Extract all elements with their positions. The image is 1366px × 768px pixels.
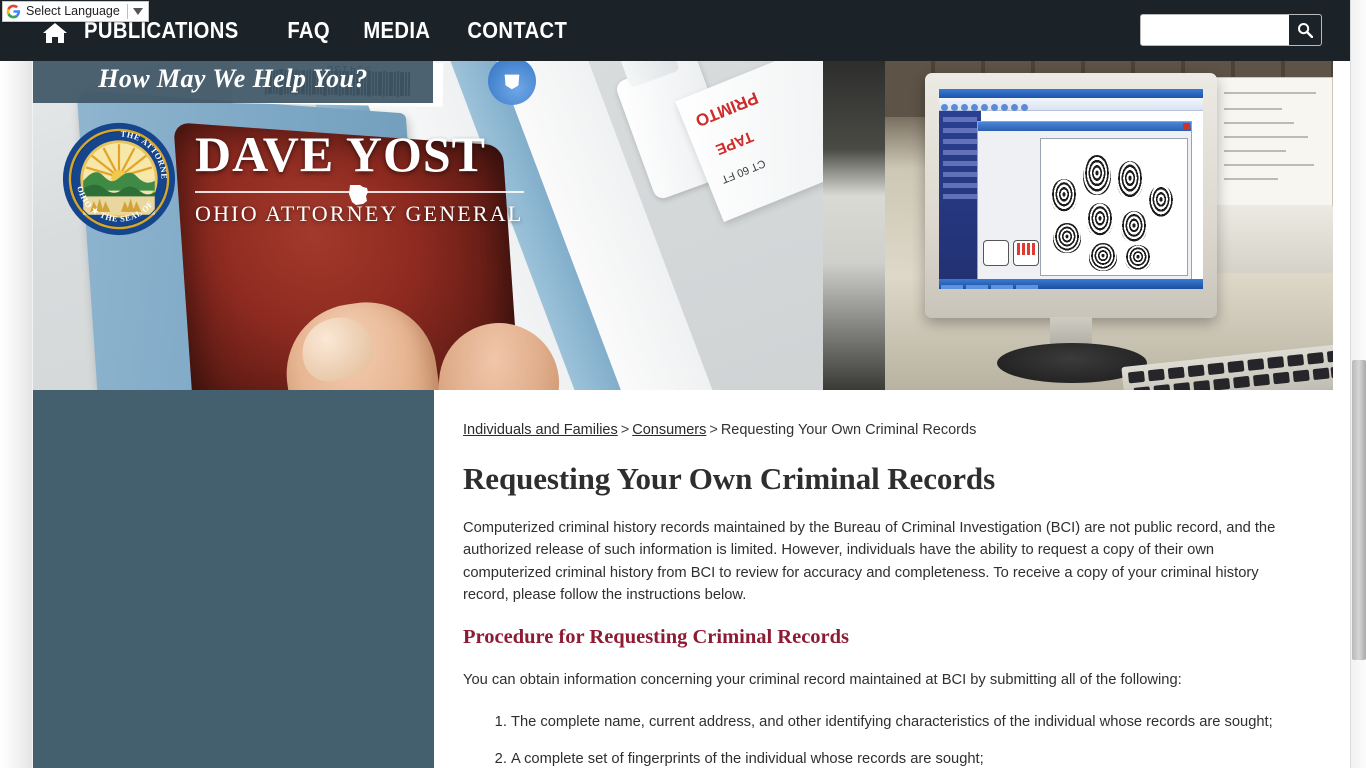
translate-label: Select Language — [26, 4, 120, 18]
browser-toolbar — [939, 98, 1203, 111]
nav-item-faq[interactable]: FAQ — [275, 0, 342, 61]
scrollbar-thumb[interactable] — [1352, 360, 1366, 660]
nav-item-contact[interactable]: CONTACT — [455, 0, 580, 61]
fingerprint-image-canvas — [1040, 138, 1188, 276]
fingerprint-software-monitor-photo: hp — [885, 55, 1333, 390]
section-heading-procedure: Procedure for Requesting Criminal Record… — [463, 626, 850, 649]
list-item: A complete set of fingerprints of the in… — [511, 749, 1295, 768]
primtape-type: TAPE — [713, 127, 756, 158]
breadcrumb-current: Requesting Your Own Criminal Records — [720, 422, 977, 438]
content-row: Individuals and Families > Consumers > Reque… — [33, 390, 1333, 768]
page-root: 514138 ☗ PRIMTO TAPE CT 60 FT — [0, 0, 1366, 768]
breadcrumb-separator-1: > — [620, 422, 630, 438]
breadcrumb-separator-2: > — [709, 422, 718, 438]
attorney-general-name: DAVE YOST — [195, 126, 487, 182]
help-banner: How May We Help You? — [33, 55, 433, 103]
nav-item-media[interactable]: MEDIA — [351, 0, 443, 61]
hand-selector-icons — [983, 240, 1039, 266]
breadcrumb: Individuals and Families > Consumers > Reque… — [463, 422, 1295, 438]
hero-banner: 514138 ☗ PRIMTO TAPE CT 60 FT — [33, 55, 1333, 390]
main-content: Individuals and Families > Consumers > Reque… — [434, 390, 1333, 768]
windows-taskbar — [939, 279, 1203, 289]
fingerprint-capture-dialog — [977, 121, 1192, 281]
dialog-titlebar — [978, 122, 1191, 131]
left-sidebar — [33, 390, 434, 768]
ohio-state-seal-icon: THE ATTORNEY GENERAL OF THE STATE OHIO ★… — [61, 121, 176, 236]
list-intro-paragraph: You can obtain information concerning yo… — [463, 672, 1182, 689]
search-button[interactable] — [1289, 15, 1321, 45]
office-printer — [1213, 205, 1333, 273]
left-hand-icon — [983, 240, 1009, 266]
monitor-screen — [939, 89, 1203, 289]
breadcrumb-link-consumers[interactable]: Consumers — [632, 422, 706, 438]
right-hand-icon — [1013, 240, 1039, 266]
breadcrumb-link-individuals-and-families[interactable]: Individuals and Families — [463, 422, 618, 438]
dialog-close-icon — [1183, 123, 1190, 130]
top-navigation-bar: PUBLICATIONS FAQ MEDIA CONTACT — [0, 0, 1366, 61]
help-banner-text: How May We Help You? — [98, 64, 368, 93]
app-left-nav — [939, 111, 981, 279]
background-shelf — [823, 55, 885, 390]
google-translate-widget[interactable]: Select Language — [2, 1, 149, 22]
list-item: The complete name, current address, and … — [511, 712, 1295, 733]
ohio-outline-icon — [349, 185, 369, 205]
chevron-down-icon[interactable] — [132, 8, 143, 15]
google-g-icon — [6, 4, 21, 19]
agency-logo[interactable]: THE ATTORNEY GENERAL OF THE STATE OHIO ★… — [61, 121, 524, 237]
primtape-spec: CT 60 FT — [719, 156, 768, 186]
agency-logo-text: DAVE YOST OHIO ATTORNEY GENERAL — [195, 129, 524, 229]
logo-divider — [195, 185, 524, 205]
search-input[interactable] — [1141, 15, 1289, 45]
computer-keyboard — [1121, 343, 1333, 390]
computer-monitor: hp — [925, 73, 1217, 318]
translate-divider — [126, 4, 128, 19]
intro-paragraph: Computerized criminal history records ma… — [463, 520, 1276, 604]
wall-document — [1215, 77, 1333, 207]
search-icon — [1298, 23, 1313, 38]
browser-titlebar — [939, 89, 1203, 98]
browser-viewport — [939, 111, 1203, 281]
requirements-list: The complete name, current address, and … — [511, 712, 1295, 768]
page-title: Requesting Your Own Criminal Records — [463, 461, 996, 496]
site-search — [1140, 14, 1322, 46]
vertical-scrollbar[interactable] — [1350, 0, 1366, 768]
blue-logo-sticker: ☗ — [488, 57, 536, 105]
home-icon — [43, 22, 67, 43]
primtape-brand: PRIMTO — [692, 88, 761, 131]
